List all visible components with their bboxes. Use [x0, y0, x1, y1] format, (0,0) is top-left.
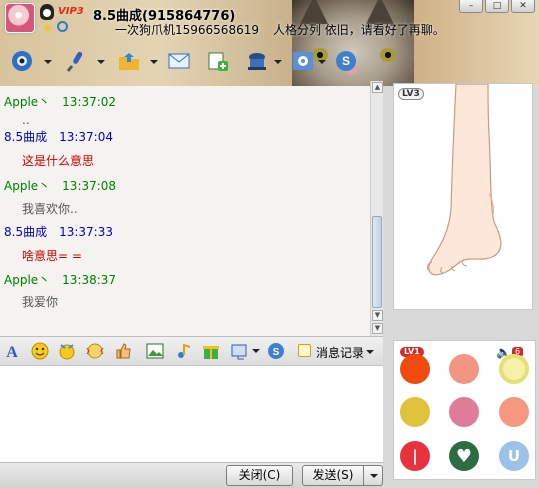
scroll-thumb[interactable] — [372, 216, 382, 308]
scroll-up-button[interactable]: ▲ — [372, 82, 383, 93]
scroll-down-button[interactable]: ▼ — [372, 310, 383, 321]
remote-assist-icon[interactable] — [244, 48, 270, 74]
input-toolbar: A S 消息记录 — [0, 336, 383, 366]
svg-text:S: S — [342, 54, 350, 68]
voice-call-icon[interactable] — [63, 48, 89, 74]
heart-dot[interactable]: ♥ — [449, 441, 479, 471]
mood-dot[interactable]: | — [400, 441, 430, 471]
gift-icon[interactable] — [202, 342, 220, 360]
app-settings-icon[interactable] — [290, 48, 316, 74]
chat-history[interactable]: Apple丶 13:37:02 .. 8.5曲成 13:37:04 这是什么意思 A… — [0, 86, 370, 336]
signature-text: 人格分列 依旧，请看好了再聊。 — [272, 23, 445, 37]
message-header: Apple丶 13:38:37 — [4, 271, 116, 288]
video-call-dropdown-icon[interactable] — [44, 60, 52, 64]
mood-dot[interactable] — [449, 354, 479, 384]
contact-signature: 一次狗爪机15966568619 人格分列 依旧，请看好了再聊。 — [115, 21, 445, 38]
emotion-panel: LV1 🔈 6 | ♥ U — [393, 340, 536, 480]
search-icon[interactable] — [57, 21, 68, 32]
message-time: 13:37:02 — [62, 95, 117, 109]
star-icon: ★ — [42, 21, 53, 35]
mood-dot-glyph: | — [412, 447, 418, 465]
magic-emoji-icon[interactable] — [58, 342, 76, 360]
vip-badge: VIP3 — [58, 6, 84, 17]
message-sender: 8.5曲成 — [4, 130, 48, 144]
mood-dot[interactable] — [400, 354, 430, 384]
maximize-button[interactable]: □ — [485, 0, 509, 13]
message-sender: 8.5曲成 — [4, 225, 48, 239]
minimize-button[interactable]: – — [459, 0, 483, 13]
message-text: 我爱你 — [22, 295, 59, 309]
message-header: 8.5曲成 13:37:33 — [4, 223, 113, 240]
message-time: 13:37:08 — [62, 179, 117, 193]
mood-dot-glyph: U — [507, 447, 521, 465]
chat-toolbar: S — [0, 45, 380, 79]
font-icon[interactable]: A — [3, 342, 21, 360]
qq-show-panel[interactable]: LV3 — [393, 83, 533, 310]
remote-assist-dropdown-icon[interactable] — [274, 60, 282, 64]
emoji-icon[interactable] — [31, 342, 49, 360]
mood-dot[interactable] — [400, 397, 430, 427]
more-apps-icon[interactable]: S — [333, 48, 359, 74]
signature-prefix: 一次狗爪机15966568619 — [115, 23, 259, 37]
message-sender: Apple丶 — [4, 179, 51, 193]
music-icon[interactable] — [174, 342, 192, 360]
send-mail-icon[interactable] — [166, 48, 192, 74]
message-sender: Apple丶 — [4, 95, 51, 109]
message-time: 13:37:04 — [59, 130, 113, 144]
cat-eye-right — [380, 48, 396, 62]
scroll-collapse-button[interactable]: ▼ — [372, 323, 383, 334]
voice-call-dropdown-icon[interactable] — [97, 60, 105, 64]
send-file-icon[interactable] — [116, 48, 142, 74]
message-time: 13:37:33 — [59, 225, 113, 239]
mood-dot[interactable] — [499, 397, 529, 427]
message-header: Apple丶 13:37:08 — [4, 177, 116, 194]
close-window-button[interactable]: ✕ — [511, 0, 535, 13]
mood-dot[interactable]: U — [499, 441, 529, 471]
svg-text:S: S — [273, 347, 280, 358]
send-image-icon[interactable] — [146, 342, 164, 360]
video-call-icon[interactable] — [9, 48, 35, 74]
apps-icon[interactable]: S — [267, 342, 285, 360]
screenshot-dropdown-icon[interactable] — [252, 349, 260, 353]
window-controls: – □ ✕ — [459, 0, 535, 13]
thumbs-up-icon[interactable] — [114, 342, 132, 360]
message-header: Apple丶 13:37:02 — [4, 93, 116, 110]
send-options-button[interactable] — [363, 465, 383, 486]
shake-window-icon[interactable] — [86, 342, 104, 360]
qq-penguin-icon — [40, 4, 54, 20]
foot-image — [427, 84, 502, 276]
mood-dot[interactable] — [449, 397, 479, 427]
message-header: 8.5曲成 13:37:04 — [4, 128, 113, 145]
message-history-button[interactable]: 消息记录 — [316, 344, 375, 361]
message-input[interactable] — [0, 366, 383, 462]
message-text: 这是什么意思 — [22, 154, 95, 168]
close-button[interactable]: 关闭(C) — [226, 465, 293, 486]
history-scrollbar[interactable]: ▲ ▼ ▼ — [370, 81, 383, 336]
message-text: 我喜欢你.. — [22, 202, 78, 216]
heart-icon: ♥ — [455, 445, 473, 467]
bottom-bar: 关闭(C) 发送(S) — [0, 462, 388, 488]
create-group-icon[interactable] — [205, 48, 231, 74]
message-text: .. — [22, 113, 30, 127]
app-settings-dropdown-icon[interactable] — [318, 60, 326, 64]
screenshot-icon[interactable] — [230, 342, 248, 360]
send-button[interactable]: 发送(S) — [302, 465, 364, 486]
message-sender: Apple丶 — [4, 273, 51, 287]
mood-dot[interactable] — [499, 354, 529, 384]
title-bar: VIP3 ★ 8.5曲成(915864776) 一次狗爪机15966568619… — [0, 0, 539, 86]
contact-avatar[interactable] — [5, 3, 35, 33]
message-history-icon — [298, 344, 311, 357]
message-time: 13:38:37 — [62, 273, 117, 287]
message-text: 啥意思= = — [22, 249, 82, 263]
send-file-dropdown-icon[interactable] — [150, 60, 158, 64]
svg-text:A: A — [6, 344, 18, 360]
